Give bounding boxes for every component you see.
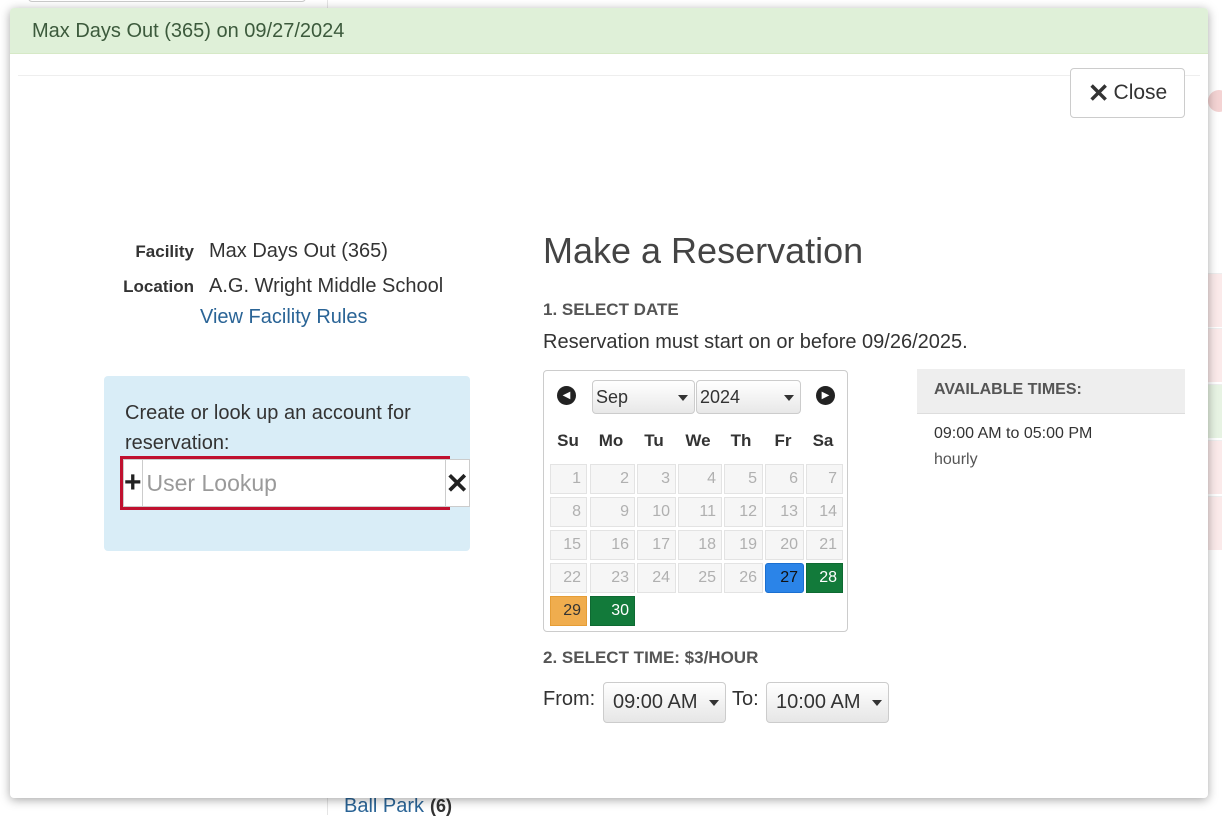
available-times-header: AVAILABLE TIMES:: [917, 369, 1185, 414]
month-select[interactable]: Sep: [592, 380, 695, 414]
calendar-day: 23: [590, 563, 635, 593]
from-time-value: 09:00 AM: [613, 691, 698, 713]
calendar-day: 7: [806, 464, 843, 494]
to-label: To:: [732, 688, 759, 710]
calendar-day: 26: [724, 563, 763, 593]
weekday-header: We: [685, 431, 711, 450]
reservation-note: Reservation must start on or before 09/2…: [543, 331, 968, 353]
status-alert: Max Days Out (365) on 09/27/2024: [10, 8, 1208, 54]
date-picker: ◀ Sep 2024 ▶ Su Mo Tu We Th Fr Sa 123456…: [543, 370, 848, 632]
prev-month-button[interactable]: ◀: [557, 386, 576, 405]
user-lookup-input[interactable]: [142, 459, 445, 507]
calendar-day: 8: [550, 497, 587, 527]
user-lookup-panel: Create or look up an account for reserva…: [104, 376, 470, 551]
available-time-unit: hourly: [934, 451, 978, 468]
chevron-left-icon: ◀: [562, 390, 571, 401]
calendar-day: 20: [765, 530, 804, 560]
calendar-day: 12: [724, 497, 763, 527]
calendar-day: 19: [724, 530, 763, 560]
background-link-text: Ball Park: [344, 795, 425, 817]
calendar-day: 15: [550, 530, 587, 560]
calendar-day: 5: [724, 464, 763, 494]
location-label: Location: [123, 277, 194, 296]
close-button[interactable]: ✕ Close: [1070, 68, 1185, 118]
chevron-right-icon: ▶: [821, 390, 830, 401]
lookup-prompt: Create or look up an account for reserva…: [125, 402, 411, 454]
select-time-label: 2. SELECT TIME: $3/HOUR: [543, 648, 759, 667]
available-time-slot: 09:00 AM to 05:00 PM: [934, 425, 1093, 442]
x-icon: ✕: [445, 467, 469, 499]
plus-icon: +: [124, 466, 142, 499]
page-title: Make a Reservation: [543, 230, 864, 271]
calendar-day: 2: [590, 464, 635, 494]
background-row: [1208, 440, 1222, 494]
background-link-count: 6: [436, 796, 447, 816]
calendar-day[interactable]: 30: [590, 596, 635, 626]
clear-lookup-button[interactable]: ✕: [444, 459, 470, 507]
calendar-day: 14: [806, 497, 843, 527]
close-icon: ✕: [1087, 78, 1110, 108]
background-search-input: [28, 0, 306, 2]
to-time-value: 10:00 AM: [776, 691, 861, 713]
view-facility-rules-link[interactable]: View Facility Rules: [200, 306, 367, 329]
calendar-day: 18: [678, 530, 722, 560]
month-select-value: Sep: [596, 387, 629, 407]
calendar-day[interactable]: 29: [550, 596, 587, 626]
calendar-day[interactable]: 27: [765, 563, 804, 593]
calendar-day: 25: [678, 563, 722, 593]
calendar-day: 13: [765, 497, 804, 527]
weekday-header: Fr: [774, 431, 792, 450]
weekday-header: Su: [557, 431, 579, 450]
calendar-day: 17: [637, 530, 676, 560]
location-value: A.G. Wright Middle School: [209, 275, 444, 297]
background-row: [1208, 384, 1222, 438]
facility-label: Facility: [135, 242, 194, 261]
chevron-down-icon: [784, 395, 794, 401]
calendar-day: 9: [590, 497, 635, 527]
select-date-label: 1. SELECT DATE: [543, 300, 679, 319]
next-month-button[interactable]: ▶: [816, 386, 835, 405]
weekday-header: Mo: [598, 431, 624, 450]
user-lookup-group: + ✕: [120, 456, 470, 510]
reservation-modal: Max Days Out (365) on 09/27/2024 ✕ Close…: [10, 8, 1208, 798]
weekday-header: Tu: [644, 431, 664, 450]
calendar-day: 22: [550, 563, 587, 593]
calendar-day: 24: [637, 563, 676, 593]
from-time-select[interactable]: 09:00 AM: [603, 682, 726, 723]
from-label: From:: [543, 688, 596, 710]
calendar-day: 6: [765, 464, 804, 494]
chevron-down-icon: [709, 700, 719, 706]
background-row: [1208, 273, 1222, 327]
add-user-button[interactable]: +: [123, 459, 143, 507]
available-times-title: AVAILABLE TIMES:: [934, 381, 1082, 398]
facility-value: Max Days Out (365): [209, 240, 388, 262]
year-select[interactable]: 2024: [696, 380, 801, 414]
calendar-day[interactable]: 28: [806, 563, 843, 593]
calendar-day: 11: [678, 497, 722, 527]
chevron-down-icon: [872, 700, 882, 706]
close-button-label: Close: [1113, 81, 1168, 104]
calendar-day: 21: [806, 530, 843, 560]
to-time-select[interactable]: 10:00 AM: [766, 682, 889, 723]
weekday-header: Sa: [812, 431, 834, 450]
year-select-value: 2024: [700, 387, 741, 407]
calendar-day: 16: [590, 530, 635, 560]
header-divider: [18, 75, 1200, 76]
calendar-day: 1: [550, 464, 587, 494]
chevron-down-icon: [678, 395, 688, 401]
calendar-day: 4: [678, 464, 722, 494]
background-row: [1208, 328, 1222, 382]
calendar-day: 10: [637, 497, 676, 527]
calendar-day: 3: [637, 464, 676, 494]
weekday-header: Th: [730, 431, 752, 450]
background-row: [1208, 496, 1222, 550]
